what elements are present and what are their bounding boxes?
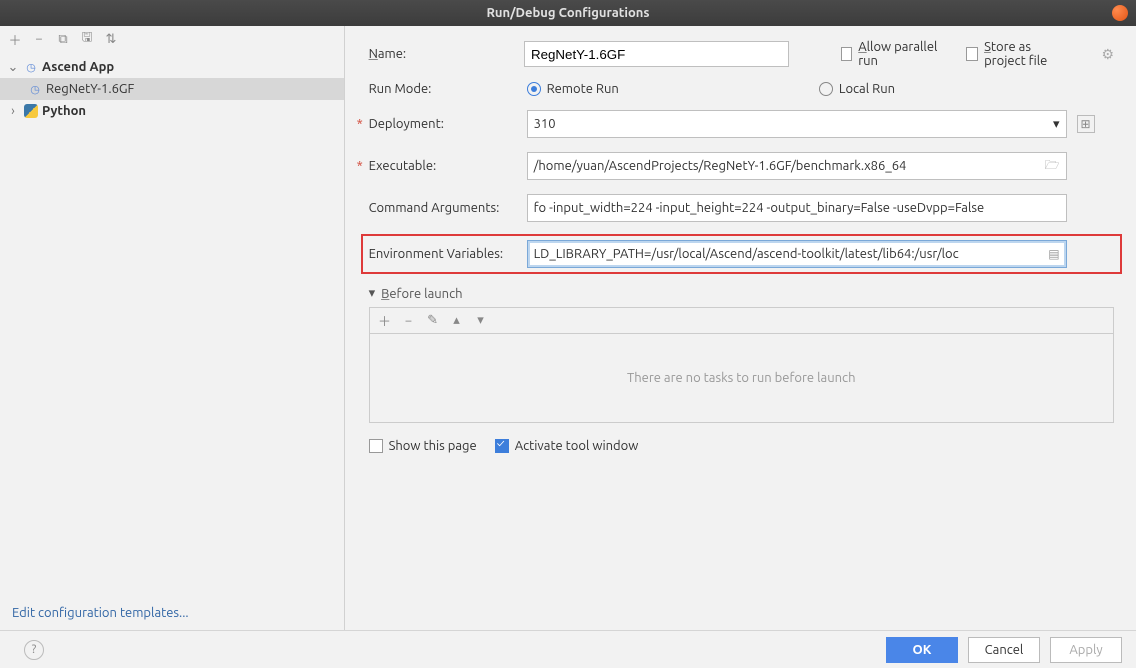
- store-project-checkbox[interactable]: [966, 47, 978, 61]
- ascend-icon: ◷: [28, 83, 42, 96]
- sort-icon[interactable]: ⇅: [104, 32, 118, 47]
- allow-parallel-checkbox[interactable]: [841, 47, 853, 61]
- activate-tool-checkbox[interactable]: [495, 439, 509, 453]
- add-deployment-button[interactable]: ⊞: [1077, 115, 1095, 133]
- radio-icon: [819, 82, 833, 96]
- folder-icon[interactable]: 🗁: [1041, 156, 1060, 177]
- ok-button[interactable]: OK: [886, 637, 958, 663]
- show-page-label: Show this page: [389, 439, 477, 453]
- env-vars-label: Environment Variables:: [369, 247, 527, 261]
- name-input[interactable]: [524, 41, 789, 67]
- ascend-icon: ◷: [24, 61, 38, 74]
- main-panel: Name: Allow parallel run Store as projec…: [345, 26, 1136, 630]
- window-title: Run/Debug Configurations: [486, 6, 649, 20]
- edit-templates-link[interactable]: Edit configuration templates...: [0, 596, 344, 630]
- python-icon: [24, 104, 38, 118]
- allow-parallel-label: Allow parallel run: [858, 40, 940, 68]
- up-icon: ▴: [450, 313, 464, 328]
- list-icon[interactable]: ▤: [1044, 247, 1059, 261]
- before-launch-empty: There are no tasks to run before launch: [369, 333, 1114, 423]
- remove-icon[interactable]: −: [32, 32, 46, 46]
- chevron-down-icon[interactable]: ⌄: [6, 60, 20, 75]
- deployment-label: *Deployment:: [369, 117, 527, 131]
- remove-icon: −: [402, 314, 416, 328]
- cancel-button[interactable]: Cancel: [968, 637, 1040, 663]
- radio-icon: [527, 82, 541, 96]
- edit-icon: ✎: [426, 313, 440, 328]
- cmd-args-label: Command Arguments:: [369, 201, 527, 215]
- tree-item-regnet[interactable]: ◷ RegNetY-1.6GF: [0, 78, 344, 100]
- radio-remote-run[interactable]: Remote Run: [527, 82, 619, 96]
- chevron-down-icon: ▾: [1053, 117, 1060, 132]
- add-icon[interactable]: ＋: [8, 30, 22, 49]
- show-page-checkbox[interactable]: [369, 439, 383, 453]
- down-icon: ▾: [474, 313, 488, 328]
- before-launch-section: ▾ Before launch ＋ − ✎ ▴ ▾ There are no t…: [369, 286, 1114, 423]
- activate-tool-label: Activate tool window: [515, 439, 639, 453]
- apply-button[interactable]: Apply: [1050, 637, 1122, 663]
- run-mode-label: Run Mode:: [369, 82, 527, 96]
- store-project-label: Store as project file: [984, 40, 1075, 68]
- cmd-args-input[interactable]: fo -input_width=224 -input_height=224 -o…: [527, 194, 1067, 222]
- copy-icon[interactable]: ⧉: [56, 32, 70, 47]
- executable-input[interactable]: /home/yuan/AscendProjects/RegNetY-1.6GF/…: [527, 152, 1067, 180]
- add-icon[interactable]: ＋: [378, 311, 392, 330]
- executable-label: *Executable:: [369, 159, 527, 173]
- window-titlebar: Run/Debug Configurations: [0, 0, 1136, 26]
- tree-item-ascend-app[interactable]: ⌄ ◷ Ascend App: [0, 56, 344, 78]
- tree-item-python[interactable]: › Python: [0, 100, 344, 122]
- chevron-right-icon[interactable]: ›: [6, 104, 20, 118]
- sidebar: ＋ − ⧉ 🖫 ⇅ ⌄ ◷ Ascend App ◷ RegNetY-1.6GF…: [0, 26, 345, 630]
- tree-label: Ascend App: [42, 60, 114, 74]
- close-icon[interactable]: [1112, 5, 1128, 21]
- env-vars-highlight: Environment Variables: LD_LIBRARY_PATH=/…: [361, 234, 1122, 274]
- dialog-footer: ? OK Cancel Apply: [0, 630, 1136, 668]
- tree-label: RegNetY-1.6GF: [46, 82, 134, 96]
- chevron-down-icon: ▾: [369, 286, 376, 301]
- deployment-select[interactable]: 310 ▾: [527, 110, 1067, 138]
- save-icon[interactable]: 🖫: [80, 28, 94, 50]
- before-launch-header[interactable]: ▾ Before launch: [369, 286, 1114, 301]
- tree-label: Python: [42, 104, 86, 118]
- name-label: Name:: [369, 47, 498, 61]
- config-tree: ⌄ ◷ Ascend App ◷ RegNetY-1.6GF › Python: [0, 52, 344, 596]
- env-vars-input[interactable]: LD_LIBRARY_PATH=/usr/local/Ascend/ascend…: [527, 240, 1067, 268]
- before-launch-toolbar: ＋ − ✎ ▴ ▾: [369, 307, 1114, 333]
- sidebar-toolbar: ＋ − ⧉ 🖫 ⇅: [0, 26, 344, 52]
- gear-icon[interactable]: ⚙: [1101, 46, 1114, 63]
- radio-local-run[interactable]: Local Run: [819, 82, 895, 96]
- help-icon[interactable]: ?: [24, 640, 44, 660]
